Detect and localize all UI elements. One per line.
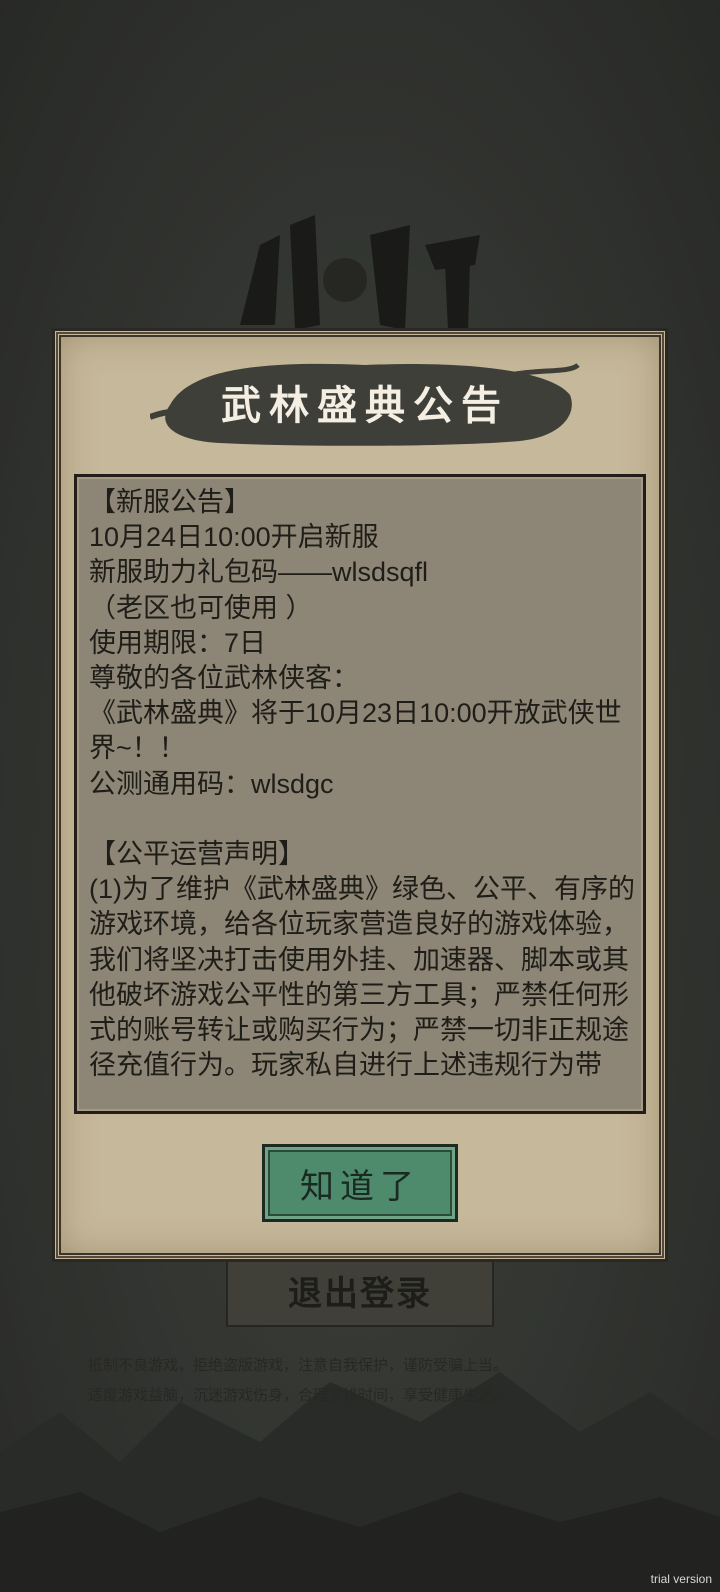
announcement-line: 尊敬的各位武林侠客：	[89, 662, 359, 693]
announcement-line: 公测通用码：wlsdgc	[89, 768, 334, 799]
announcement-paragraph: (1)为了维护《武林盛典》绿色、公平、有序的游戏环境，给各位玩家营造良好的游戏体…	[89, 874, 635, 1081]
announcement-line: 【公平运营声明】	[89, 838, 305, 869]
announcement-line: 10月24日10:00开启新服	[89, 522, 379, 553]
announcement-line: （老区也可使用 ）	[89, 592, 313, 623]
announcement-line: 【新服公告】	[89, 487, 251, 517]
announcement-line: 《武林盛典》将于10月23日10:00开放武侠世界~！！	[89, 698, 622, 764]
trial-watermark: trial version	[650, 1572, 712, 1586]
dialog-title: 武林盛典公告	[221, 382, 509, 429]
announcement-text: 【新服公告】 10月24日10:00开启新服 新服助力礼包码——wlsdsqfl…	[89, 485, 637, 1083]
announcement-line: 新服助力礼包码——wlsdsqfl	[89, 557, 429, 588]
confirm-button[interactable]: 知道了	[262, 1144, 458, 1222]
announcement-content-panel[interactable]: 【新服公告】 10月24日10:00开启新服 新服助力礼包码——wlsdsqfl…	[74, 474, 646, 1114]
announcement-line: 使用期限：7日	[89, 627, 267, 658]
announcement-blank-line	[89, 802, 637, 837]
